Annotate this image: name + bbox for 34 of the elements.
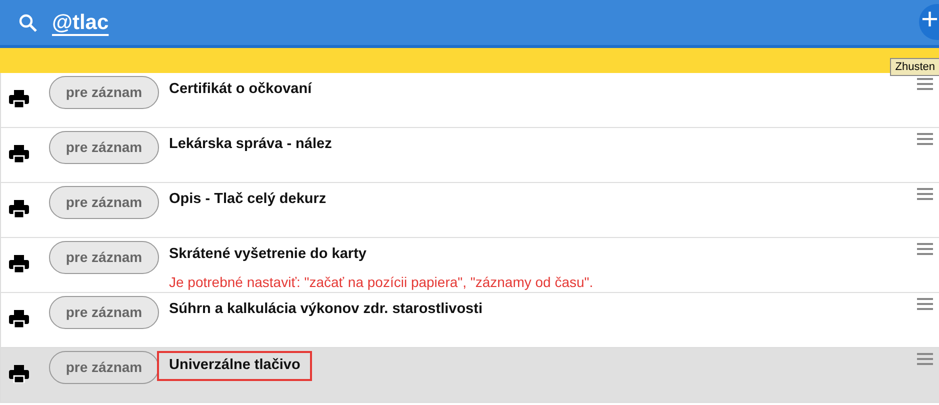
printer-icon[interactable] <box>9 145 29 163</box>
list-row[interactable]: pre záznam Opis - Tlač celý dekurz <box>0 183 939 238</box>
toolbar-button[interactable]: Zhusten <box>890 58 939 76</box>
menu-icon[interactable] <box>917 188 933 200</box>
list-row[interactable]: pre záznam Skrátené vyšetrenie do karty Je potrebné nastaviť: "začať na pozícii papiera", "záznamy od času". <box>0 238 939 293</box>
printer-icon[interactable] <box>9 200 29 218</box>
menu-icon[interactable] <box>917 78 933 90</box>
list-row[interactable]: pre záznam Lekárska správa - nález <box>0 128 939 183</box>
row-title: Súhrn a kalkulácia výkonov zdr. starostlivosti <box>168 300 484 319</box>
printer-icon[interactable] <box>9 90 29 108</box>
search-field[interactable]: @tlac <box>52 6 109 38</box>
row-title: Certifikát o očkovaní <box>168 80 313 99</box>
menu-icon[interactable] <box>917 353 933 365</box>
add-button[interactable]: + <box>919 4 939 40</box>
record-tag[interactable]: pre záznam <box>49 186 159 219</box>
record-tag[interactable]: pre záznam <box>49 296 159 329</box>
row-title: Skrátené vyšetrenie do karty <box>168 245 368 264</box>
search-icon <box>18 12 38 32</box>
menu-icon[interactable] <box>917 243 933 255</box>
record-tag[interactable]: pre záznam <box>49 131 159 164</box>
menu-icon[interactable] <box>917 298 933 310</box>
printer-icon[interactable] <box>9 255 29 273</box>
list-row[interactable]: pre záznam Certifikát o očkovaní <box>0 73 939 128</box>
record-tag[interactable]: pre záznam <box>49 76 159 109</box>
warning-text: Je potrebné nastaviť: "začať na pozícii papiera", "záznamy od času". <box>169 272 594 292</box>
row-title: Opis - Tlač celý dekurz <box>168 190 328 209</box>
record-tag[interactable]: pre záznam <box>49 241 159 274</box>
menu-icon[interactable] <box>917 133 933 145</box>
row-title: Lekárska správa - nález <box>168 135 333 154</box>
printer-icon[interactable] <box>9 310 29 328</box>
row-title: Univerzálne tlačivo <box>157 351 312 381</box>
record-tag[interactable]: pre záznam <box>49 351 159 384</box>
list-row[interactable]: pre záznam Univerzálne tlačivo <box>0 348 939 403</box>
printer-icon[interactable] <box>9 365 29 383</box>
